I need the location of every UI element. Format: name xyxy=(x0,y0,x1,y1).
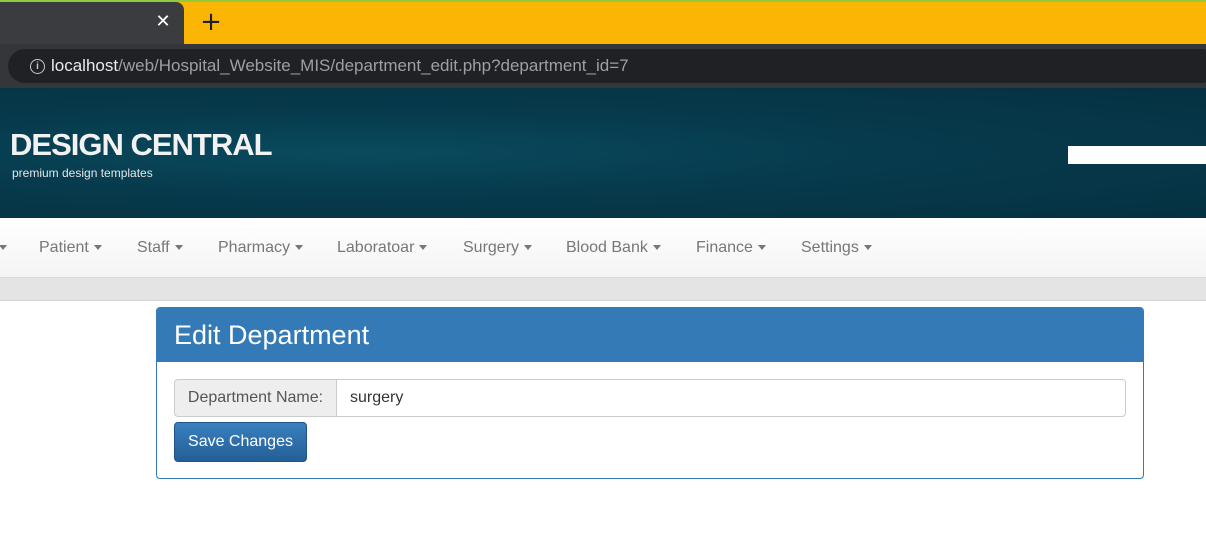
caret-down-icon xyxy=(524,245,533,251)
new-tab-plus-icon[interactable]: + xyxy=(199,9,223,35)
caret-down-icon xyxy=(174,245,183,251)
site-header-banner: DESIGN CENTRAL premium design templates xyxy=(0,88,1206,218)
caret-down-icon xyxy=(757,245,766,251)
url-host: localhost xyxy=(51,56,119,75)
nav-item-hidden-caret[interactable] xyxy=(0,218,7,277)
browser-toolbar: i localhost/web/Hospital_Website_MIS/dep… xyxy=(0,44,1206,88)
panel-heading: Edit Department xyxy=(157,308,1143,362)
nav-item-blood-bank[interactable]: Blood Bank xyxy=(566,218,661,277)
info-icon[interactable]: i xyxy=(30,59,45,74)
nav-item-label: Blood Bank xyxy=(566,239,648,256)
edit-department-panel: Edit Department Department Name: Save Ch… xyxy=(156,307,1144,479)
caret-down-icon xyxy=(295,245,304,251)
nav-item-finance[interactable]: Finance xyxy=(696,218,766,277)
nav-item-staff[interactable]: Staff xyxy=(137,218,183,277)
logo-title[interactable]: DESIGN CENTRAL xyxy=(10,127,273,163)
sub-navbar-strip xyxy=(0,278,1206,301)
department-name-label: Department Name: xyxy=(174,379,336,417)
nav-item-laboratoar[interactable]: Laboratoar xyxy=(337,218,428,277)
nav-item-label: Staff xyxy=(137,239,170,256)
page-title: Edit Department xyxy=(174,320,370,350)
save-changes-button[interactable]: Save Changes xyxy=(174,422,307,462)
url-path: /web/Hospital_Website_MIS/department_edi… xyxy=(118,56,629,75)
browser-tab-active[interactable]: ✕ xyxy=(0,2,184,44)
nav-item-pharmacy[interactable]: Pharmacy xyxy=(218,218,304,277)
logo-subtitle: premium design templates xyxy=(12,166,153,180)
nav-item-label: Surgery xyxy=(463,239,520,256)
nav-item-label: Laboratoar xyxy=(337,239,415,256)
browser-tab-strip: ✕ + xyxy=(0,0,1206,44)
nav-item-patient[interactable]: Patient xyxy=(39,218,102,277)
nav-item-settings[interactable]: Settings xyxy=(801,218,872,277)
main-navbar: Patient Staff Pharmacy Laboratoar Surger… xyxy=(0,218,1206,278)
caret-down-icon xyxy=(419,245,428,251)
nav-item-label: Pharmacy xyxy=(218,239,291,256)
caret-down-icon xyxy=(652,245,661,251)
caret-down-icon xyxy=(863,245,872,251)
nav-item-label: Settings xyxy=(801,239,859,256)
header-search-box[interactable] xyxy=(1068,146,1206,164)
nav-item-surgery[interactable]: Surgery xyxy=(463,218,533,277)
close-icon[interactable]: ✕ xyxy=(153,11,173,33)
caret-down-icon xyxy=(0,245,7,251)
caret-down-icon xyxy=(93,245,102,251)
nav-item-label: Patient xyxy=(39,239,89,256)
address-bar[interactable]: i localhost/web/Hospital_Website_MIS/dep… xyxy=(8,49,1206,83)
address-url[interactable]: localhost/web/Hospital_Website_MIS/depar… xyxy=(51,56,629,76)
nav-item-label: Finance xyxy=(696,239,753,256)
department-name-input[interactable] xyxy=(336,379,1126,417)
